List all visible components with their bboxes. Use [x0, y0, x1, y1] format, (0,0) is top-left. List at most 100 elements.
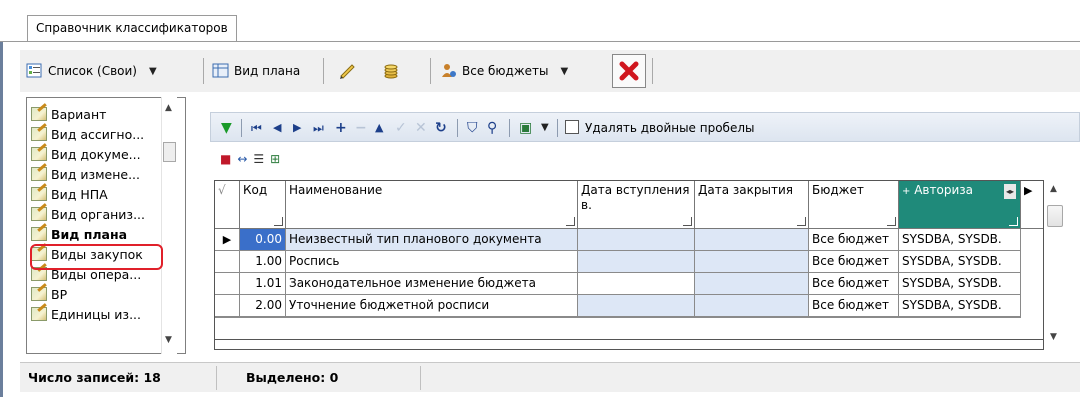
- table-cell-start-date[interactable]: [578, 273, 695, 295]
- column-scroll-arrows-icon[interactable]: ◂▸: [1003, 184, 1016, 199]
- filter-corner-icon[interactable]: [274, 217, 283, 226]
- table-cell-code[interactable]: 0.00: [240, 229, 286, 251]
- scroll-thumb[interactable]: [163, 142, 176, 162]
- list-item-label: ВР: [51, 286, 68, 302]
- filter-corner-icon[interactable]: [1009, 217, 1018, 226]
- move-up-icon[interactable]: ▲: [375, 117, 383, 139]
- table-cell-budget[interactable]: Все бюджет: [809, 295, 899, 317]
- row-indicator[interactable]: [215, 273, 240, 295]
- next-record-icon[interactable]: ▶: [293, 117, 301, 139]
- column-header-auth[interactable]: + Авториза ◂▸: [899, 181, 1021, 229]
- table-cell-start-date[interactable]: [578, 251, 695, 273]
- remove-double-spaces-checkbox[interactable]: [565, 120, 579, 134]
- table-cell-name[interactable]: Неизвестный тип планового документа: [286, 229, 578, 251]
- list-item[interactable]: Вид организ...: [31, 204, 145, 224]
- column-header-label: Дата вступления в.: [581, 183, 690, 212]
- remove-double-spaces-label: Удалять двойные пробелы: [585, 121, 755, 135]
- column-header-budget[interactable]: Бюджет: [809, 181, 899, 229]
- table-cell-code[interactable]: 2.00: [240, 295, 286, 317]
- table-cell-start-date[interactable]: [578, 295, 695, 317]
- column-overflow-arrow[interactable]: ▶: [1021, 181, 1043, 229]
- table-cell-close-date[interactable]: [695, 251, 809, 273]
- add-record-icon[interactable]: +: [335, 117, 347, 139]
- list-scrollbar[interactable]: ▲ ▼: [161, 97, 177, 354]
- view-plan-button[interactable]: Вид плана: [212, 56, 300, 86]
- column-header-name[interactable]: Наименование: [286, 181, 578, 229]
- table-cell-auth[interactable]: SYSDBA, SYSDB.: [899, 251, 1021, 273]
- refresh-gem-icon[interactable]: ▼: [221, 117, 232, 139]
- table-cell-auth[interactable]: SYSDBA, SYSDB.: [899, 295, 1021, 317]
- table-cell-name[interactable]: Роспись: [286, 251, 578, 273]
- data-grid: √ Код Наименование Дата вступления в. Да…: [214, 180, 1044, 350]
- row-indicator[interactable]: [215, 295, 240, 317]
- table-cell-budget[interactable]: Все бюджет: [809, 273, 899, 295]
- column-header-start-date[interactable]: Дата вступления в.: [578, 181, 695, 229]
- sort-list-icon[interactable]: ☰: [253, 152, 264, 168]
- list-label: Список (Свои): [48, 64, 137, 78]
- export-icon[interactable]: ▣: [519, 117, 532, 139]
- last-record-icon[interactable]: ⏭: [313, 117, 324, 139]
- table-cell-budget[interactable]: Все бюджет: [809, 251, 899, 273]
- expand-plus-icon[interactable]: +: [902, 186, 910, 197]
- prev-record-icon[interactable]: ◀: [273, 117, 281, 139]
- table-cell-name[interactable]: Законодательное изменение бюджета: [286, 273, 578, 295]
- scroll-thumb[interactable]: [1047, 205, 1063, 227]
- scroll-up-icon[interactable]: ▲: [1050, 184, 1057, 194]
- post-record-icon[interactable]: ✓: [395, 117, 407, 139]
- list-dropdown-button[interactable]: Список (Свои) ▼: [26, 56, 157, 86]
- row-indicator[interactable]: ▶: [215, 229, 240, 251]
- filter-corner-icon[interactable]: [683, 217, 692, 226]
- table-cell-auth[interactable]: SYSDBA, SYSDB.: [899, 229, 1021, 251]
- grid-corner[interactable]: √: [215, 181, 240, 229]
- table-cell-close-date[interactable]: [695, 295, 809, 317]
- table-cell-auth[interactable]: SYSDBA, SYSDB.: [899, 273, 1021, 295]
- close-filter-button[interactable]: [612, 54, 646, 88]
- list-item[interactable]: Вид НПА: [31, 184, 108, 204]
- list-item[interactable]: Вид докуме...: [31, 144, 141, 164]
- exit-icon[interactable]: ■: [220, 152, 231, 168]
- edit-doc-icon: [31, 147, 47, 161]
- binoculars-icon[interactable]: ⚲: [487, 117, 497, 139]
- scroll-down-icon[interactable]: ▼: [1050, 332, 1057, 342]
- table-cell-code[interactable]: 1.01: [240, 273, 286, 295]
- list-item[interactable]: Вариант: [31, 104, 106, 124]
- delete-record-icon[interactable]: −: [355, 117, 367, 139]
- arrow-right-icon: ▶: [1024, 184, 1033, 197]
- cancel-record-icon[interactable]: ✕: [415, 117, 427, 139]
- reload-icon[interactable]: ↻: [435, 117, 447, 139]
- table-cell-name[interactable]: Уточнение бюджетной росписи: [286, 295, 578, 317]
- scroll-up-icon[interactable]: ▲: [165, 103, 172, 113]
- list-item-label: Единицы из...: [51, 306, 142, 322]
- table-cell-budget[interactable]: Все бюджет: [809, 229, 899, 251]
- chevron-down-icon[interactable]: ▼: [541, 117, 549, 139]
- scroll-down-icon[interactable]: ▼: [165, 335, 172, 345]
- table-cell-close-date[interactable]: [695, 273, 809, 295]
- column-header-code[interactable]: Код: [240, 181, 286, 229]
- column-chooser-icon[interactable]: ⊞: [270, 152, 280, 168]
- selected-count-label: Выделено: 0: [246, 370, 339, 385]
- table-cell-close-date[interactable]: [695, 229, 809, 251]
- list-item[interactable]: Вид измене...: [31, 164, 140, 184]
- filter-corner-icon[interactable]: [797, 217, 806, 226]
- grid-toolbar: ▼ ⏮ ◀ ▶ ⏭ + − ▲ ✓ ✕ ↻ ⛉ ⚲ ▣ ▼ Удалять дв…: [210, 112, 1080, 142]
- column-header-close-date[interactable]: Дата закрытия: [695, 181, 809, 229]
- table-cell-start-date[interactable]: [578, 229, 695, 251]
- column-header-label: Дата закрытия: [698, 183, 793, 197]
- edit-button[interactable]: [338, 56, 356, 86]
- column-header-label: Авториза: [914, 183, 973, 197]
- filter-corner-icon[interactable]: [887, 217, 896, 226]
- list-item-selected[interactable]: Вид плана: [31, 224, 127, 244]
- tab-classifiers[interactable]: Справочник классификаторов: [27, 15, 237, 42]
- coins-button[interactable]: [382, 56, 400, 86]
- list-item[interactable]: Единицы из...: [31, 304, 141, 324]
- filter-icon[interactable]: ⛉: [467, 117, 478, 139]
- filter-corner-icon[interactable]: [566, 217, 575, 226]
- list-item[interactable]: ВР: [31, 284, 67, 304]
- list-item[interactable]: Вид ассигно...: [31, 124, 144, 144]
- toolbar-separator: [652, 58, 653, 84]
- swap-icon[interactable]: ↔: [237, 152, 247, 168]
- table-cell-code[interactable]: 1.00: [240, 251, 286, 273]
- row-indicator[interactable]: [215, 251, 240, 273]
- first-record-icon[interactable]: ⏮: [251, 117, 262, 139]
- all-budgets-dropdown[interactable]: Все бюджеты ▼: [440, 56, 568, 86]
